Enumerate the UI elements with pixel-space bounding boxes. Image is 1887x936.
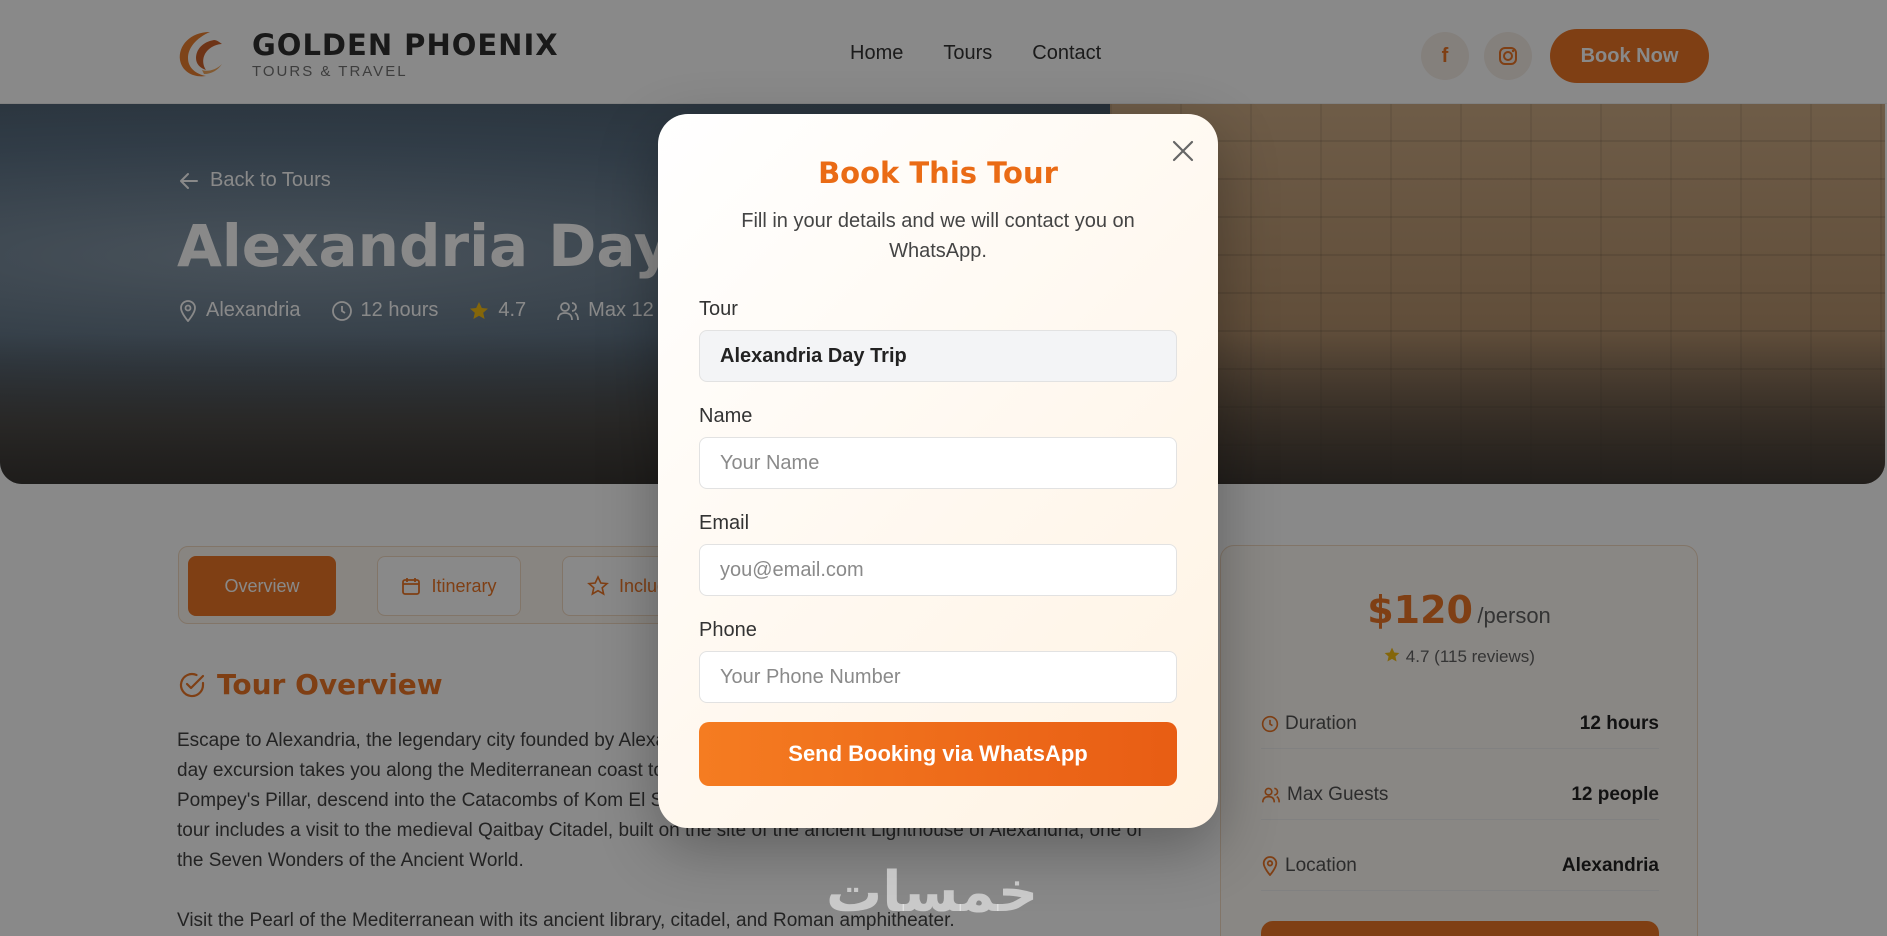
modal-subtitle: Fill in your details and we will contact… — [741, 210, 1135, 262]
tour-field[interactable] — [699, 330, 1177, 382]
name-label: Name — [699, 405, 753, 427]
send-whatsapp-button[interactable]: Send Booking via WhatsApp — [699, 722, 1177, 786]
phone-label: Phone — [699, 619, 757, 641]
watermark-text: خمسات — [826, 860, 1039, 925]
tour-label: Tour — [699, 298, 738, 320]
name-field[interactable] — [699, 437, 1177, 489]
booking-modal: Book This Tour Fill in your details and … — [658, 114, 1218, 828]
email-label: Email — [699, 512, 750, 534]
email-field[interactable] — [699, 544, 1177, 596]
modal-title: Book This Tour — [818, 156, 1058, 190]
phone-field[interactable] — [699, 651, 1177, 703]
